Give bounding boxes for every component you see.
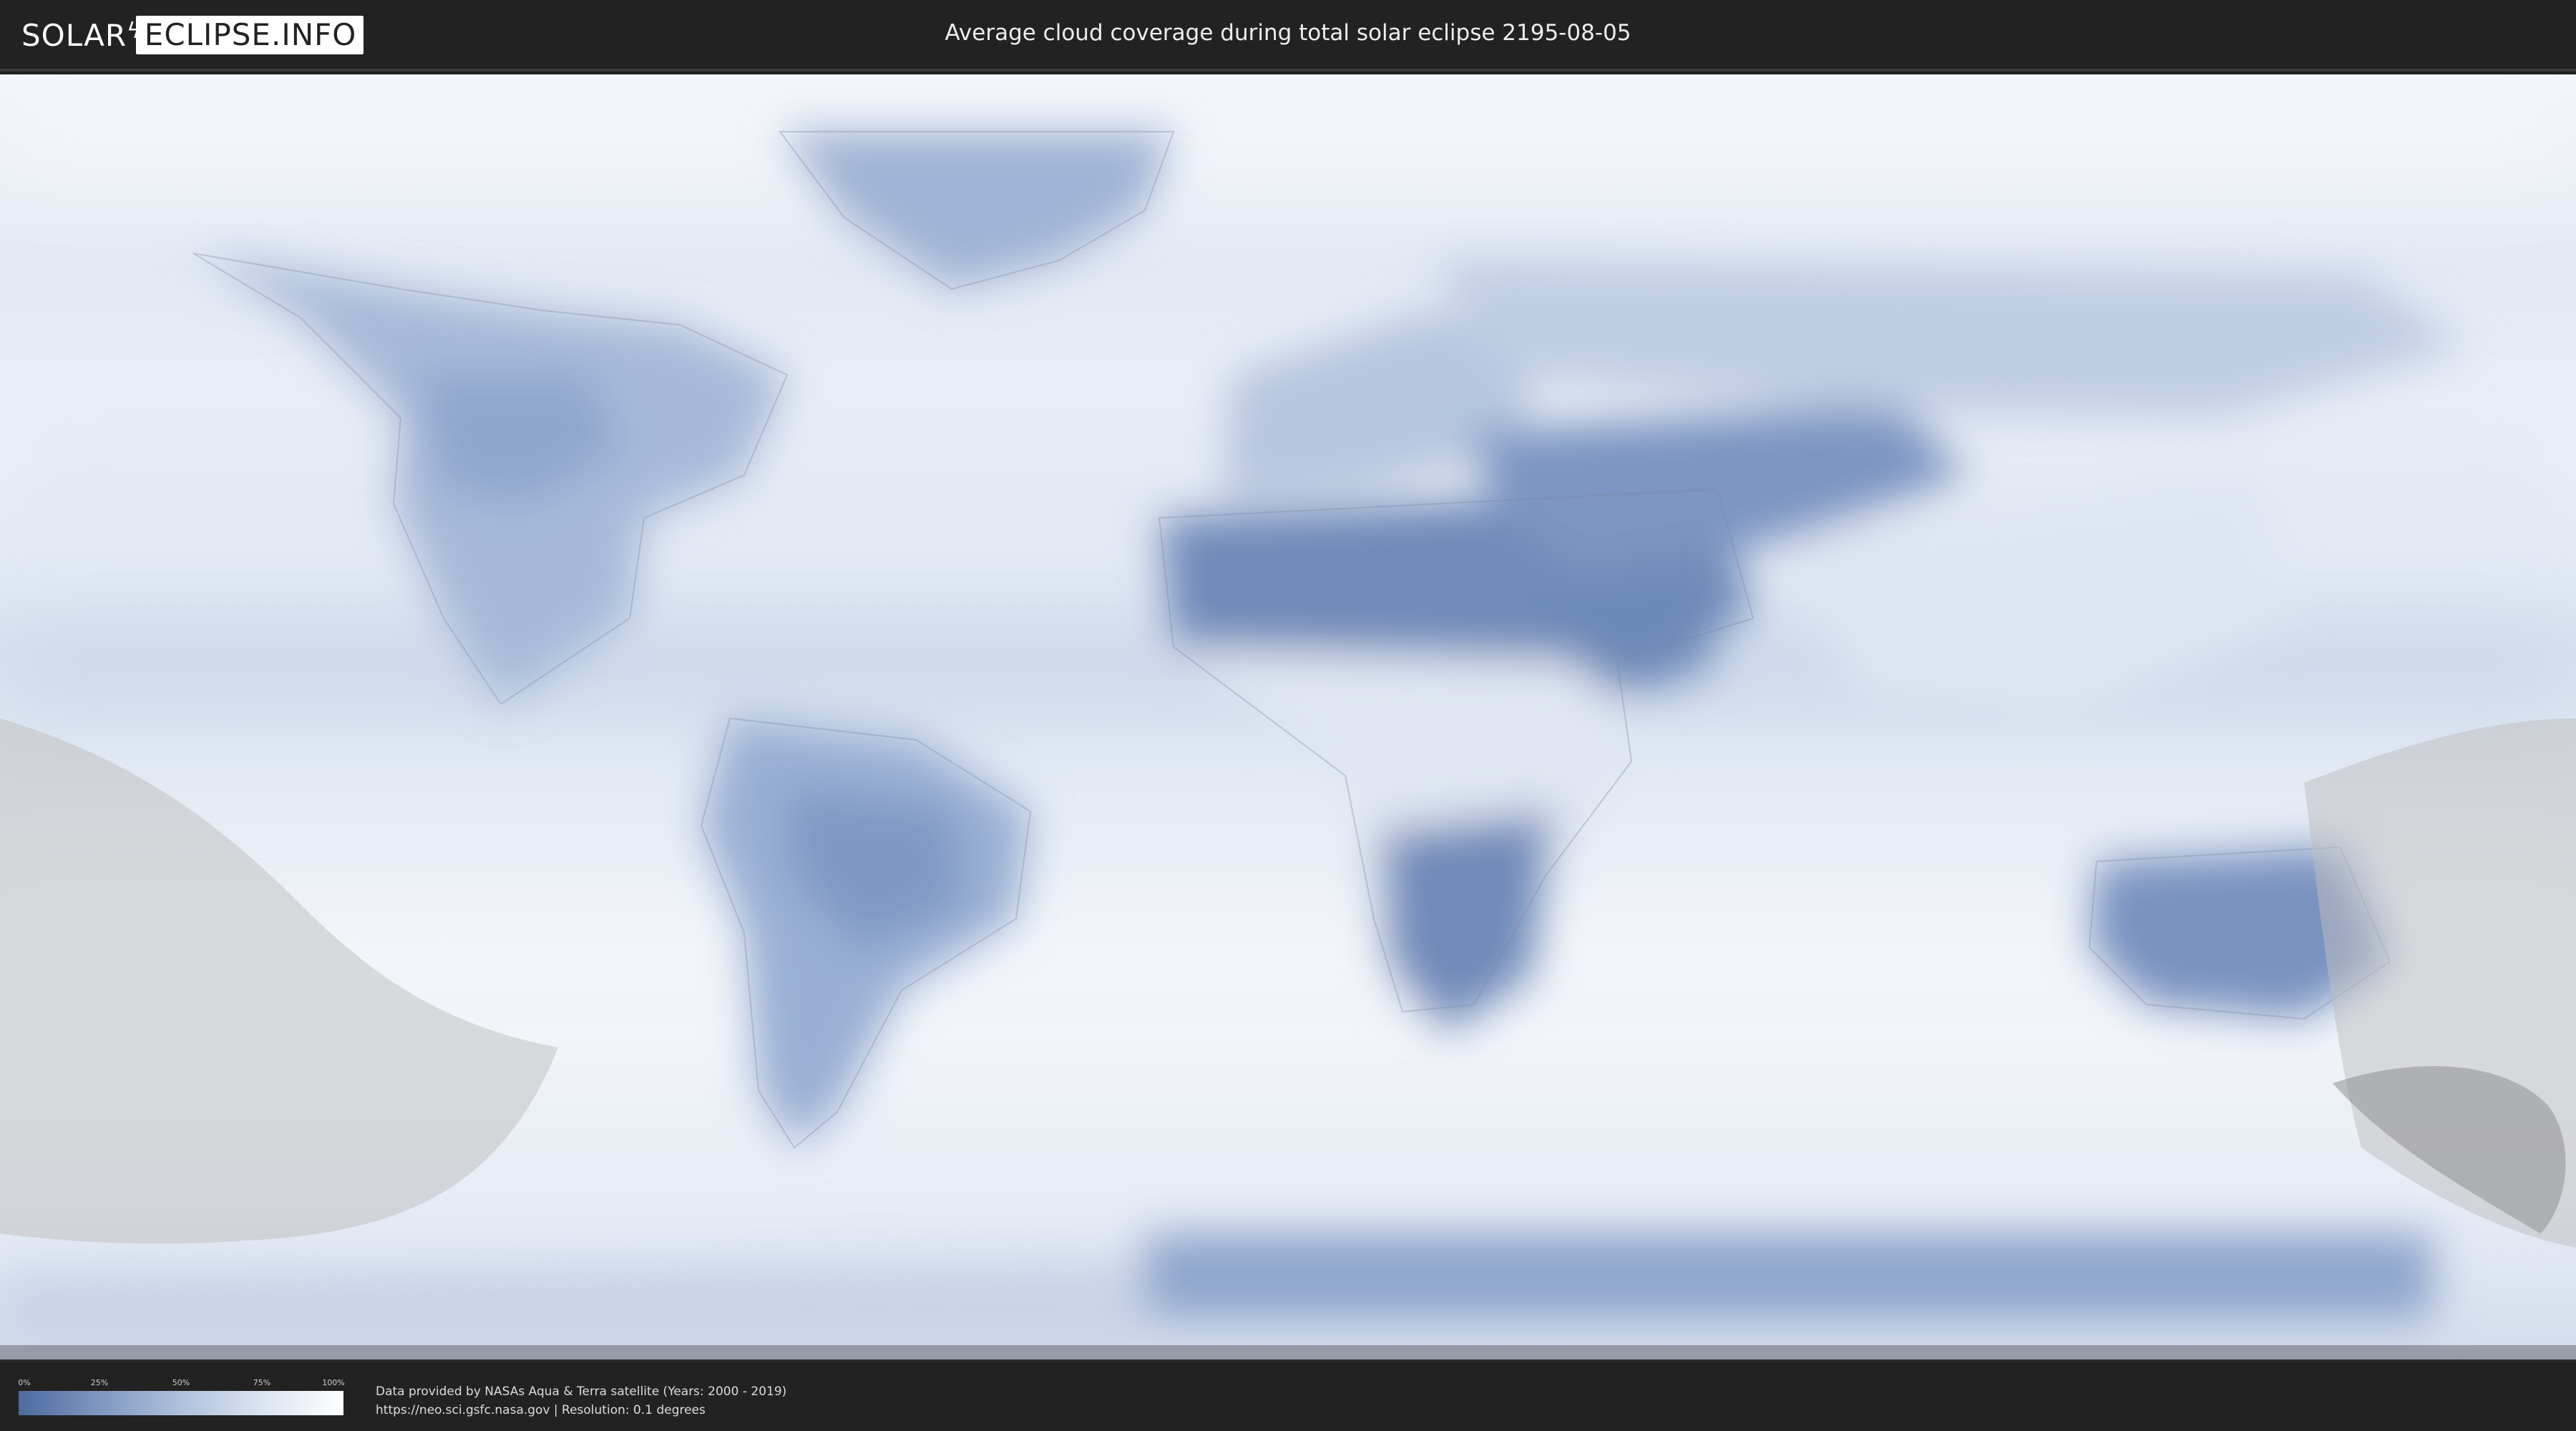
legend-tick-75: 75% <box>253 1378 271 1387</box>
legend-ticks: 0% 25% 50% 75% 100% <box>18 1378 345 1391</box>
legend-tick-100: 100% <box>322 1378 345 1387</box>
legend-color-bar <box>19 1391 343 1415</box>
credit-line-1: Data provided by NASAs Aqua & Terra sate… <box>376 1384 787 1399</box>
map-canvas <box>0 74 2576 1359</box>
cloud-coverage-map[interactable] <box>0 74 2576 1359</box>
page-title: Average cloud coverage during total sola… <box>945 20 1631 46</box>
legend-tick-0: 0% <box>18 1378 31 1387</box>
header-bar: SOLAR ϟ ECLIPSE.INFO Average cloud cover… <box>0 0 2576 72</box>
data-credit: Data provided by NASAs Aqua & Terra sate… <box>376 1382 786 1420</box>
antarctica <box>1145 1234 2433 1319</box>
legend-tick-25: 25% <box>90 1378 109 1387</box>
cloud-coverage-legend: 0% 25% 50% 75% 100% <box>18 1378 345 1415</box>
footer-bar: 0% 25% 50% 75% 100% Data provided by NAS… <box>0 1359 2576 1431</box>
credit-line-2[interactable]: https://neo.sci.gsfc.nasa.gov | Resoluti… <box>376 1401 786 1420</box>
legend-tick-50: 50% <box>172 1378 190 1387</box>
